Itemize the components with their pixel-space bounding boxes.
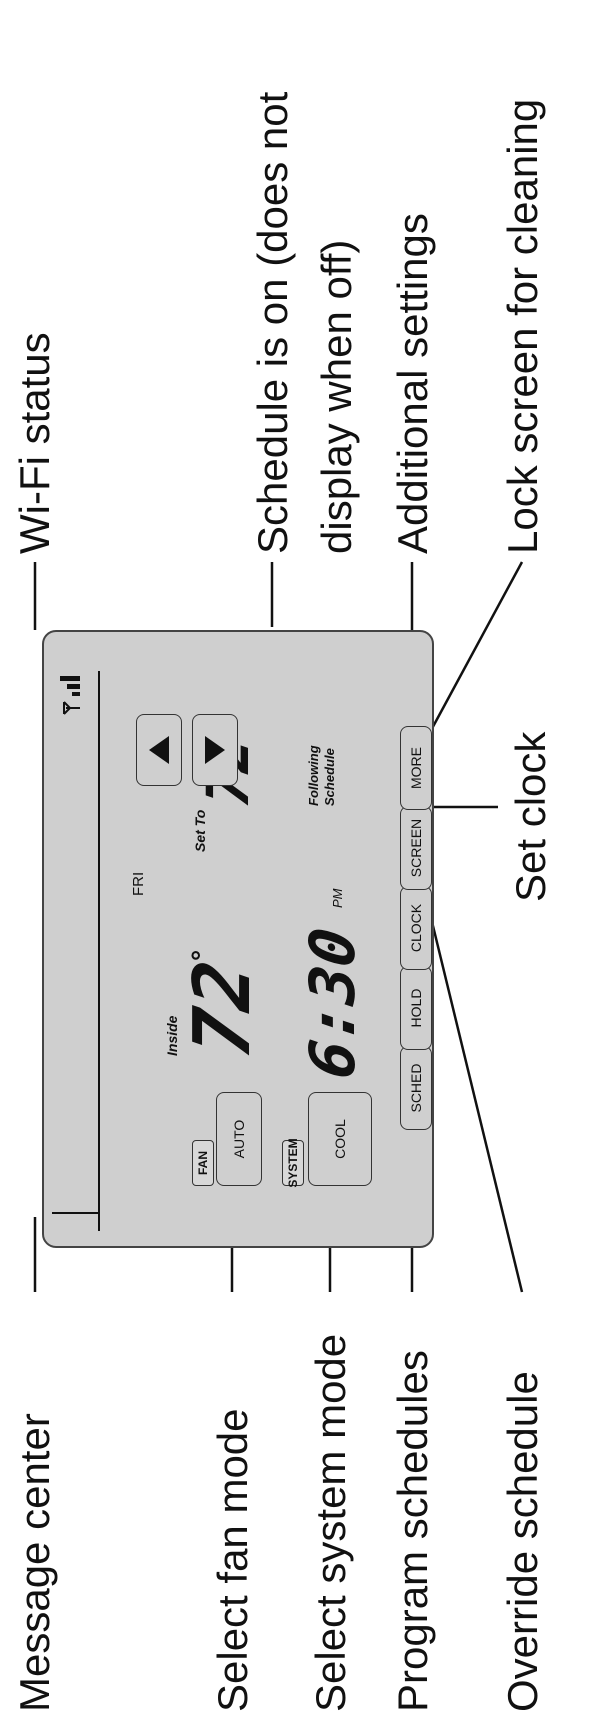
sched-button[interactable]: SCHED [400,1046,432,1130]
callout-schedule-on-1: Schedule is on (does not [249,91,296,554]
callout-message-center: Message center [11,1413,58,1712]
callout-set-clock: Set clock [507,731,554,902]
wifi-signal-icon [60,676,80,715]
leader-override-schedule [422,888,524,1293]
system-mode-button[interactable]: COOL [308,1092,372,1186]
callout-fan-mode: Select fan mode [209,1408,256,1712]
thermostat-diagram: Message center Select fan mode Select sy… [0,0,598,1722]
message-center-left-bar [52,1212,98,1214]
temp-down-button[interactable] [192,714,238,786]
fan-mode-button[interactable]: AUTO [216,1092,262,1186]
inside-degree: ° [186,949,217,961]
temp-up-button[interactable] [136,714,182,786]
callout-system-mode: Select system mode [307,1333,354,1712]
message-center-area [48,1229,98,1231]
callout-wifi-status: Wi-Fi status [11,332,58,554]
clock-ampm: PM [330,888,345,909]
system-tag: SYSTEM [282,1138,304,1188]
more-button[interactable]: MORE [400,726,432,810]
callout-schedule-on-2: display when off) [313,239,360,554]
fan-tag: FAN [192,1140,214,1186]
callout-program-schedules: Program schedules [389,1350,436,1712]
screen-button[interactable]: SCREEN [400,806,432,890]
clock-button[interactable]: CLOCK [400,886,432,970]
clock-time: 6:30 [296,923,369,1084]
day-label: FRI [130,871,147,896]
up-arrow-icon [149,736,169,764]
callout-lock-screen: Lock screen for cleaning [499,98,546,554]
thermostat-screen: FAN AUTO SYSTEM COOL SCHED HOLD CLOCK SC… [42,630,434,1248]
inside-temperature: 72 [178,955,268,1063]
callout-additional-settings: Additional settings [389,213,436,554]
status-schedule: Schedule [322,748,337,806]
message-center-line-top [98,671,100,1231]
leader-lock-screen [420,561,524,748]
status-following: Following [306,745,321,806]
hold-button[interactable]: HOLD [400,966,432,1050]
down-arrow-icon [205,736,225,764]
set-to-label: Set To [192,809,208,852]
callout-override-schedule: Override schedule [499,1371,546,1712]
